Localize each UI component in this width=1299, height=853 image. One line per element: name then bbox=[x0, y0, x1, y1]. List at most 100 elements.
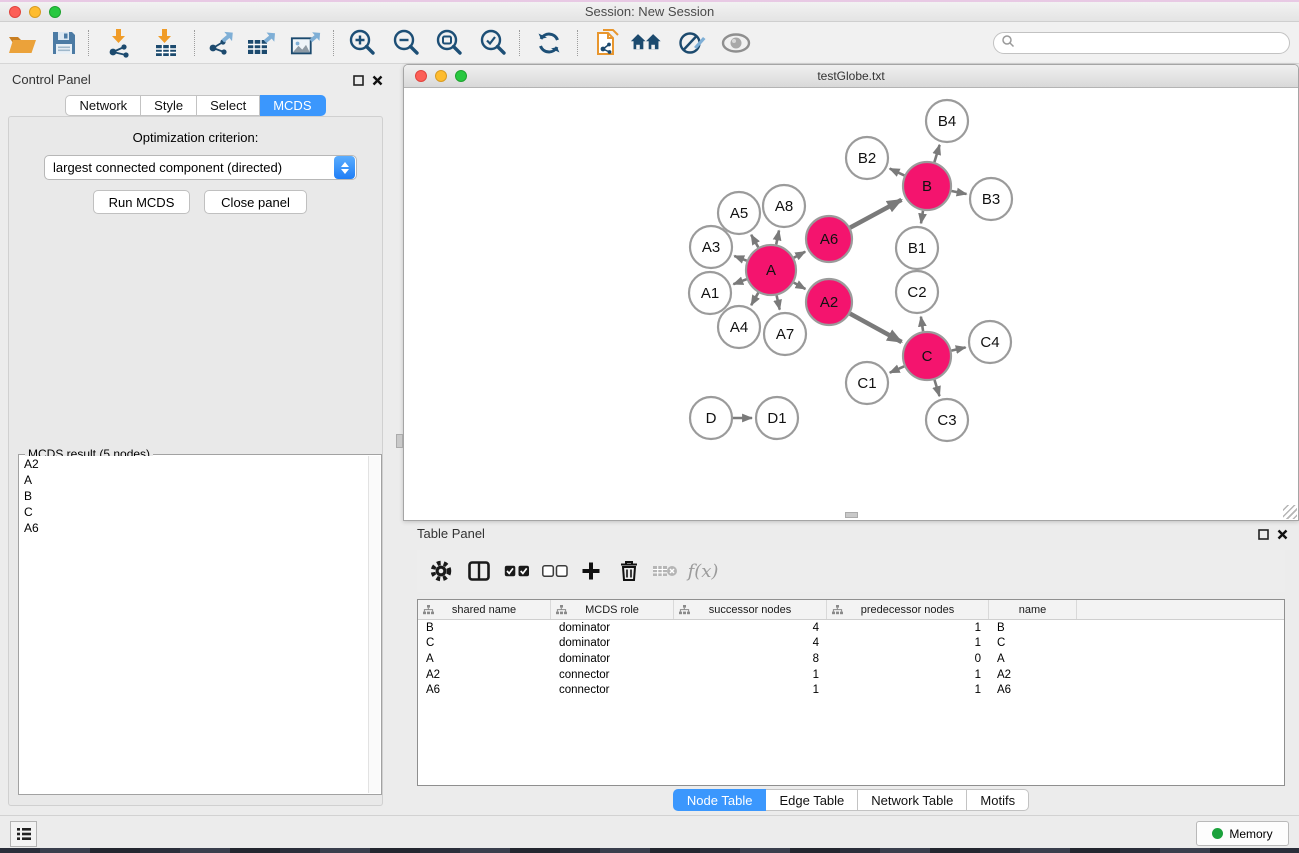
tab-style[interactable]: Style bbox=[141, 95, 197, 116]
table-cell[interactable]: B bbox=[418, 622, 551, 634]
table-cell[interactable]: 0 bbox=[827, 653, 989, 665]
edge-A6-B[interactable] bbox=[850, 200, 901, 228]
zoom-fit-icon[interactable] bbox=[433, 27, 465, 59]
tab-node-table[interactable]: Node Table bbox=[673, 789, 767, 811]
tab-edge-table[interactable]: Edge Table bbox=[766, 789, 858, 811]
delete-column-icon[interactable] bbox=[615, 558, 643, 584]
run-mcds-button[interactable]: Run MCDS bbox=[93, 190, 190, 214]
mcds-result-item[interactable]: A bbox=[20, 472, 368, 488]
edge-B-B2[interactable] bbox=[890, 169, 905, 176]
mcds-result-item[interactable]: C bbox=[20, 504, 368, 520]
edge-A-A1[interactable] bbox=[733, 279, 746, 284]
select-all-icon[interactable] bbox=[503, 558, 531, 584]
search-input[interactable] bbox=[993, 32, 1290, 54]
table-cell[interactable]: A bbox=[989, 653, 1077, 665]
deselect-all-icon[interactable] bbox=[541, 558, 569, 584]
close-table-panel-icon[interactable] bbox=[1277, 527, 1288, 545]
table-row[interactable]: Cdominator41C bbox=[418, 636, 1284, 652]
home-icon[interactable] bbox=[630, 27, 662, 59]
float-table-panel-icon[interactable] bbox=[1258, 527, 1269, 545]
horizontal-split-handle[interactable] bbox=[845, 512, 858, 518]
table-cell[interactable]: 1 bbox=[827, 669, 989, 681]
table-cell[interactable]: 1 bbox=[827, 622, 989, 634]
table-cell[interactable]: dominator bbox=[551, 637, 674, 649]
edge-A2-C[interactable] bbox=[850, 314, 902, 342]
table-cell[interactable]: dominator bbox=[551, 653, 674, 665]
table-cell[interactable]: 1 bbox=[827, 637, 989, 649]
table-cell[interactable]: A2 bbox=[418, 669, 551, 681]
edge-C-C2[interactable] bbox=[921, 317, 923, 332]
column-header-predecessor-nodes[interactable]: predecessor nodes bbox=[827, 600, 989, 619]
edge-A-A2[interactable] bbox=[794, 283, 806, 289]
gear-icon[interactable] bbox=[427, 558, 455, 584]
tab-network-table[interactable]: Network Table bbox=[858, 789, 967, 811]
zoom-selected-icon[interactable] bbox=[477, 27, 509, 59]
window-resize-grip[interactable] bbox=[1283, 505, 1297, 519]
add-column-icon[interactable] bbox=[577, 558, 605, 584]
table-cell[interactable]: connector bbox=[551, 669, 674, 681]
table-cell[interactable]: 4 bbox=[674, 637, 827, 649]
edge-C-C4[interactable] bbox=[951, 347, 965, 350]
edge-A-A8[interactable] bbox=[776, 231, 779, 245]
export-image-icon[interactable] bbox=[290, 27, 322, 59]
delete-table-icon[interactable] bbox=[651, 558, 679, 584]
column-header-name[interactable]: name bbox=[989, 600, 1077, 619]
table-row[interactable]: A6connector11A6 bbox=[418, 682, 1284, 698]
zoom-out-icon[interactable] bbox=[390, 27, 422, 59]
open-session-icon[interactable] bbox=[6, 27, 38, 59]
import-network-icon[interactable] bbox=[104, 27, 136, 59]
mcds-result-item[interactable]: A6 bbox=[20, 520, 368, 536]
table-cell[interactable]: 1 bbox=[674, 669, 827, 681]
table-cell[interactable]: B bbox=[989, 622, 1077, 634]
mcds-result-item[interactable]: A2 bbox=[20, 456, 368, 472]
edge-B-B3[interactable] bbox=[952, 191, 967, 194]
edge-C-C1[interactable] bbox=[890, 366, 904, 372]
edge-B-B4[interactable] bbox=[934, 145, 939, 162]
table-cell[interactable]: A6 bbox=[989, 684, 1077, 696]
table-cell[interactable]: 1 bbox=[827, 684, 989, 696]
tab-mcds[interactable]: MCDS bbox=[260, 95, 325, 116]
network-canvas[interactable]: AA1A2A3A4A5A6A7A8BB1B2B3B4CC1C2C3C4DD1 bbox=[404, 88, 1298, 520]
columns-icon[interactable] bbox=[465, 558, 493, 584]
network-zoom-button[interactable] bbox=[455, 70, 467, 82]
network-close-button[interactable] bbox=[415, 70, 427, 82]
refresh-icon[interactable] bbox=[533, 27, 565, 59]
edge-B-B1[interactable] bbox=[921, 211, 923, 224]
table-cell[interactable]: A bbox=[418, 653, 551, 665]
edge-A-A5[interactable] bbox=[751, 235, 758, 248]
close-panel-button[interactable]: Close panel bbox=[204, 190, 307, 214]
network-window-titlebar[interactable]: testGlobe.txt bbox=[404, 65, 1298, 88]
zoom-window-button[interactable] bbox=[49, 6, 61, 18]
tab-select[interactable]: Select bbox=[197, 95, 260, 116]
import-table-icon[interactable] bbox=[150, 27, 182, 59]
criterion-select[interactable]: largest connected component (directed) bbox=[44, 155, 357, 180]
hide-details-icon[interactable] bbox=[676, 27, 708, 59]
table-row[interactable]: A2connector11A2 bbox=[418, 667, 1284, 683]
table-row[interactable]: Adominator80A bbox=[418, 651, 1284, 667]
minimize-window-button[interactable] bbox=[29, 6, 41, 18]
table-cell[interactable]: connector bbox=[551, 684, 674, 696]
table-cell[interactable]: C bbox=[418, 637, 551, 649]
tab-network[interactable]: Network bbox=[65, 95, 141, 116]
table-cell[interactable]: 1 bbox=[674, 684, 827, 696]
eye-icon[interactable] bbox=[720, 27, 752, 59]
table-row[interactable]: Bdominator41B bbox=[418, 620, 1284, 636]
network-minimize-button[interactable] bbox=[435, 70, 447, 82]
function-builder-icon[interactable]: f(x) bbox=[689, 558, 717, 584]
table-cell[interactable]: C bbox=[989, 637, 1077, 649]
vertical-split-handle[interactable] bbox=[396, 434, 403, 448]
table-cell[interactable]: 8 bbox=[674, 653, 827, 665]
table-cell[interactable]: A2 bbox=[989, 669, 1077, 681]
float-panel-icon[interactable] bbox=[353, 73, 364, 91]
table-cell[interactable]: 4 bbox=[674, 622, 827, 634]
edge-C-C3[interactable] bbox=[935, 380, 940, 396]
close-panel-icon[interactable] bbox=[372, 73, 383, 91]
column-header-MCDS-role[interactable]: MCDS role bbox=[551, 600, 674, 619]
mcds-result-list[interactable]: A2ABCA6 bbox=[20, 456, 368, 793]
node-table[interactable]: shared nameMCDS rolesuccessor nodesprede… bbox=[417, 599, 1285, 786]
table-cell[interactable]: dominator bbox=[551, 622, 674, 634]
tab-motifs[interactable]: Motifs bbox=[967, 789, 1029, 811]
mcds-result-item[interactable]: B bbox=[20, 488, 368, 504]
memory-button[interactable]: Memory bbox=[1196, 821, 1289, 846]
table-cell[interactable]: A6 bbox=[418, 684, 551, 696]
